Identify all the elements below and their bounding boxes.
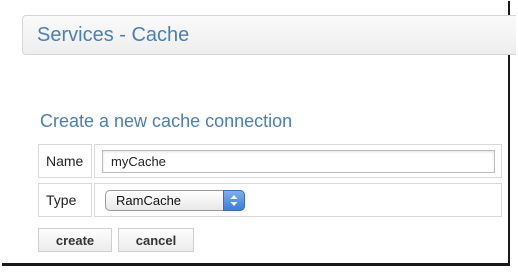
type-select-value: RamCache (116, 193, 182, 208)
name-label-cell: Name (38, 144, 92, 178)
page-title: Services - Cache (37, 24, 190, 46)
cancel-button[interactable]: cancel (118, 228, 194, 252)
type-value-cell: RamCache (94, 183, 502, 217)
page-header: Services - Cache (22, 15, 516, 55)
type-label: Type (46, 192, 77, 208)
type-label-cell: Type (38, 183, 92, 217)
name-input[interactable] (102, 150, 495, 173)
type-row: Type RamCache (38, 183, 502, 217)
form-title: Create a new cache connection (40, 111, 293, 131)
name-row: Name (38, 144, 502, 178)
create-button[interactable]: create (38, 228, 112, 252)
name-value-cell (94, 144, 502, 178)
type-select[interactable]: RamCache (105, 190, 245, 211)
window-frame: Services - Cache Create a new cache conn… (2, 1, 516, 266)
up-down-arrows-icon (223, 190, 245, 211)
name-label: Name (46, 153, 84, 169)
